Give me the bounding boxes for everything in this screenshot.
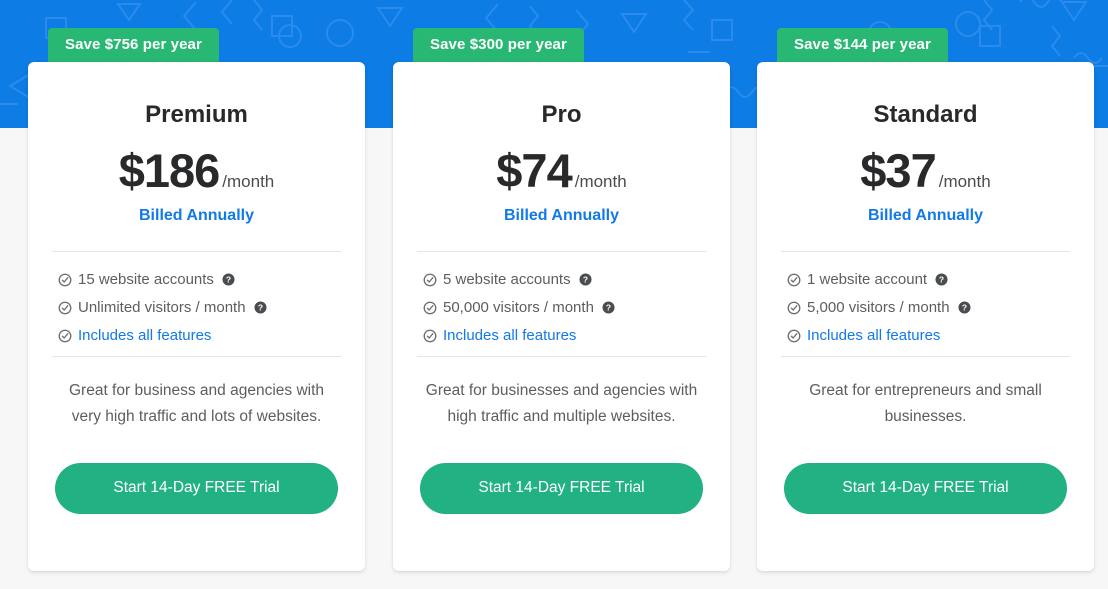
plan-name: Premium <box>145 101 248 128</box>
plan-name: Pro <box>541 101 582 128</box>
billing-note: Billed Annually <box>139 207 254 224</box>
svg-text:?: ? <box>582 275 587 285</box>
plan-card: Standard $37/month Billed Annually 1 websit… <box>757 62 1094 571</box>
check-circle-icon <box>58 301 72 315</box>
feature-label: 5,000 visitors / month <box>807 299 950 316</box>
svg-text:?: ? <box>939 275 944 285</box>
check-circle-icon <box>423 273 437 287</box>
feature-row: 1 website account? <box>787 272 1064 287</box>
price-row: $37/month <box>757 147 1094 194</box>
check-circle-icon <box>58 273 72 287</box>
svg-text:?: ? <box>257 303 262 313</box>
feature-label[interactable]: Includes all features <box>443 328 576 343</box>
help-circle-icon[interactable]: ? <box>602 301 615 314</box>
price-amount: $74 <box>496 144 572 197</box>
start-trial-button[interactable]: Start 14-Day FREE Trial <box>784 463 1067 514</box>
price-amount: $37 <box>860 144 936 197</box>
check-circle-icon <box>787 301 801 315</box>
help-circle-icon[interactable]: ? <box>254 301 267 314</box>
pricing-card-standard: Save $144 per year Standard $37/month Bille… <box>757 28 1094 571</box>
check-circle-icon <box>423 329 437 343</box>
help-circle-icon[interactable]: ? <box>958 301 971 314</box>
feature-row[interactable]: Includes all features <box>787 328 1064 343</box>
price-period: /month <box>574 172 627 191</box>
feature-label: 50,000 visitors / month <box>443 299 594 316</box>
check-circle-icon <box>423 301 437 315</box>
start-trial-button[interactable]: Start 14-Day FREE Trial <box>55 463 338 514</box>
check-circle-icon <box>58 329 72 343</box>
feature-list: 15 website accounts? Unlimited visitors /… <box>28 252 365 343</box>
price-amount: $186 <box>118 144 221 197</box>
feature-label: 1 website account <box>807 271 928 288</box>
price-period: /month <box>938 172 991 191</box>
plan-card: Pro $74/month Billed Annually 5 website acc… <box>393 62 730 571</box>
feature-row[interactable]: Includes all features <box>423 328 700 343</box>
plan-description: Great for business and agencies with ver… <box>68 382 325 425</box>
check-circle-icon <box>787 329 801 343</box>
save-badge: Save $756 per year <box>48 28 219 62</box>
cta-wrapper: Start 14-Day FREE Trial <box>28 463 365 514</box>
help-circle-icon[interactable]: ? <box>935 273 948 286</box>
feature-list: 1 website account? 5,000 visitors / month… <box>757 252 1094 343</box>
feature-row: 5 website accounts? <box>423 272 700 287</box>
billing-note: Billed Annually <box>868 207 983 224</box>
feature-row: 15 website accounts? <box>58 272 335 287</box>
pricing-card-pro: Save $300 per year Pro $74/month Billed Ann… <box>393 28 730 571</box>
price-row: $186/month <box>28 147 365 194</box>
feature-label: 15 website accounts <box>78 271 214 288</box>
pricing-card-premium: Save $756 per year Premium $186/month Bille… <box>28 28 365 571</box>
check-circle-icon <box>787 273 801 287</box>
feature-label: 5 website accounts <box>443 271 571 288</box>
cta-wrapper: Start 14-Day FREE Trial <box>757 463 1094 514</box>
svg-text:?: ? <box>226 275 231 285</box>
help-circle-icon[interactable]: ? <box>579 273 592 286</box>
feature-row: 50,000 visitors / month? <box>423 300 700 315</box>
feature-row: 5,000 visitors / month? <box>787 300 1064 315</box>
save-badge: Save $144 per year <box>777 28 948 62</box>
feature-label[interactable]: Includes all features <box>78 328 211 343</box>
billing-note: Billed Annually <box>504 207 619 224</box>
price-period: /month <box>222 172 275 191</box>
svg-text:?: ? <box>606 303 611 313</box>
feature-row: Unlimited visitors / month? <box>58 300 335 315</box>
svg-text:?: ? <box>961 303 966 313</box>
feature-label[interactable]: Includes all features <box>807 328 940 343</box>
start-trial-button[interactable]: Start 14-Day FREE Trial <box>420 463 703 514</box>
plan-description: Great for businesses and agencies with h… <box>425 382 698 425</box>
cta-wrapper: Start 14-Day FREE Trial <box>393 463 730 514</box>
feature-list: 5 website accounts? 50,000 visitors / mon… <box>393 252 730 343</box>
plan-description: Great for entrepreneurs and small busine… <box>809 382 1042 425</box>
help-circle-icon[interactable]: ? <box>222 273 235 286</box>
feature-row[interactable]: Includes all features <box>58 328 335 343</box>
plan-name: Standard <box>873 101 978 128</box>
price-row: $74/month <box>393 147 730 194</box>
feature-label: Unlimited visitors / month <box>78 299 246 316</box>
pricing-cards-row: Save $756 per year Premium $186/month Bille… <box>0 0 1108 589</box>
plan-card: Premium $186/month Billed Annually 15 websi… <box>28 62 365 571</box>
save-badge: Save $300 per year <box>413 28 584 62</box>
